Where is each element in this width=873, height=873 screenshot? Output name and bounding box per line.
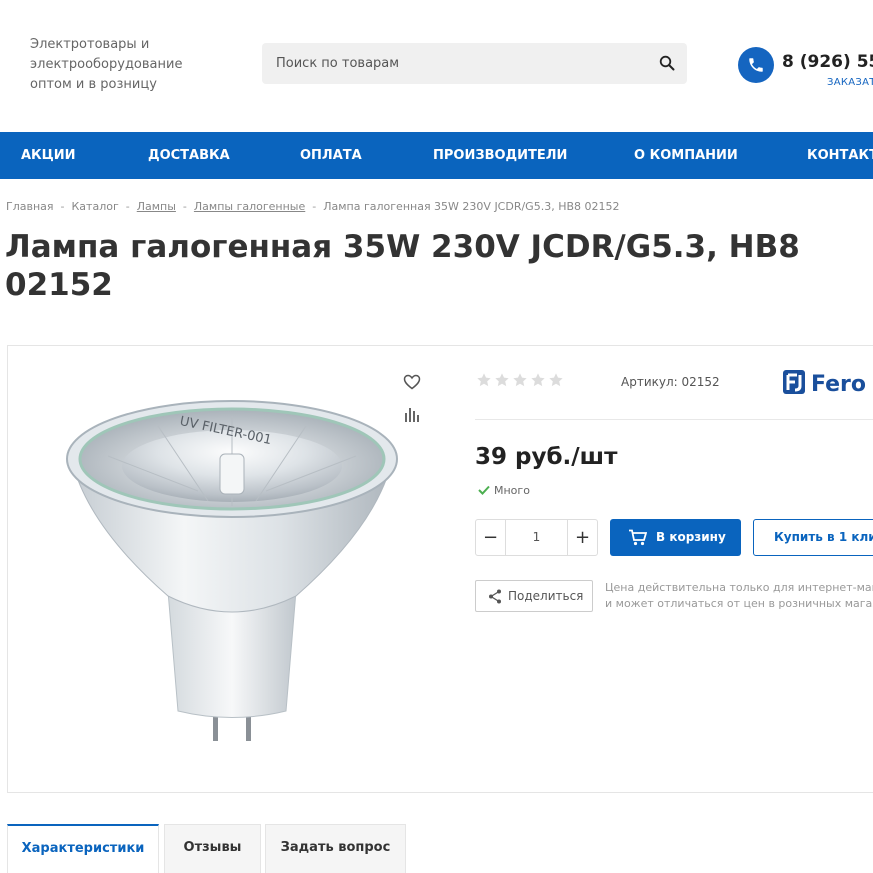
- nav-item-promotions[interactable]: АКЦИИ: [21, 132, 76, 179]
- phone-button[interactable]: [738, 47, 774, 83]
- callback-link[interactable]: ЗАКАЗАТЬ: [827, 77, 873, 88]
- tab-characteristics[interactable]: Характеристики: [7, 824, 159, 873]
- product-card: UV FILTER-001 Артикул: 02152 Fero 39 руб…: [7, 345, 873, 793]
- breadcrumb-halogen-lamps[interactable]: Лампы галогенные: [194, 200, 305, 213]
- stock-status: Много: [478, 484, 530, 497]
- product-image[interactable]: UV FILTER-001: [28, 366, 448, 776]
- nav-item-manufacturers[interactable]: ПРОИЗВОДИТЕЛИ: [433, 132, 567, 179]
- price-disclaimer: Цена действительна только для интернет-м…: [605, 580, 873, 612]
- check-icon: [478, 485, 490, 495]
- share-label: Поделиться: [508, 589, 584, 603]
- stock-label: Много: [494, 484, 530, 497]
- tagline-line-2: электрооборудование: [30, 57, 183, 72]
- site-header: Электротовары и электрооборудование опто…: [0, 0, 873, 132]
- breadcrumb-lamps[interactable]: Лампы: [137, 200, 176, 213]
- site-tagline: Электротовары и электрооборудование опто…: [30, 35, 200, 95]
- favorite-icon[interactable]: [403, 374, 421, 390]
- rating-stars[interactable]: [476, 372, 566, 392]
- star-icon: [549, 373, 563, 387]
- breadcrumb-separator: -: [125, 200, 130, 213]
- search-icon[interactable]: [659, 55, 675, 71]
- compare-icon[interactable]: [404, 406, 420, 422]
- brand-logo[interactable]: Fero: [783, 366, 873, 398]
- breadcrumb-separator: -: [60, 200, 65, 213]
- product-price: 39 руб./шт: [475, 444, 618, 470]
- search-input[interactable]: [262, 43, 642, 84]
- price-disclaimer-line-2: и может отличаться от цен в розничных ма…: [605, 597, 873, 610]
- phone-icon: [749, 58, 763, 72]
- main-nav: АКЦИИ ДОСТАВКА ОПЛАТА ПРОИЗВОДИТЕЛИ О КО…: [0, 132, 873, 179]
- breadcrumb-separator: -: [182, 200, 187, 213]
- phone-number[interactable]: 8 (926) 551: [782, 52, 873, 72]
- breadcrumb-home[interactable]: Главная: [6, 200, 54, 213]
- breadcrumb-catalog[interactable]: Каталог: [72, 200, 119, 213]
- buy-one-click-button[interactable]: Купить в 1 клик: [753, 519, 873, 556]
- quantity-decrease-button[interactable]: −: [476, 520, 506, 555]
- search-box: [262, 43, 687, 84]
- nav-item-payment[interactable]: ОПЛАТА: [300, 132, 362, 179]
- divider: [475, 419, 873, 420]
- add-to-cart-button[interactable]: В корзину: [610, 519, 741, 556]
- breadcrumb-separator: -: [312, 200, 317, 213]
- breadcrumb: Главная - Каталог - Лампы - Лампы галогенные - Л…: [6, 200, 620, 213]
- price-disclaimer-line-1: Цена действительна только для интернет-м…: [605, 581, 873, 594]
- nav-item-contacts[interactable]: КОНТАКТЫ: [807, 132, 873, 179]
- tagline-line-3: оптом и в розницу: [30, 77, 157, 92]
- tab-reviews[interactable]: Отзывы: [164, 824, 261, 873]
- nav-item-delivery[interactable]: ДОСТАВКА: [148, 132, 230, 179]
- brand-logo-text: Fero: [811, 372, 866, 397]
- star-icon: [495, 373, 509, 387]
- star-icon: [477, 373, 491, 387]
- breadcrumb-current: Лампа галогенная 35W 230V JCDR/G5.3, HB8…: [323, 200, 620, 213]
- cart-icon: [629, 529, 647, 546]
- quantity-stepper: − 1 +: [475, 519, 598, 556]
- nav-item-about[interactable]: О КОМПАНИИ: [634, 132, 738, 179]
- share-button[interactable]: Поделиться: [475, 580, 593, 612]
- tab-ask-question[interactable]: Задать вопрос: [265, 824, 406, 873]
- star-icon: [513, 373, 527, 387]
- quantity-input[interactable]: 1: [507, 520, 566, 555]
- product-tabs: Характеристики Отзывы Задать вопрос: [7, 824, 873, 873]
- article-number: Артикул: 02152: [621, 375, 720, 389]
- share-icon: [489, 589, 501, 604]
- tagline-line-1: Электротовары и: [30, 37, 150, 52]
- star-icon: [531, 373, 545, 387]
- quantity-increase-button[interactable]: +: [567, 520, 597, 555]
- add-to-cart-label: В корзину: [656, 530, 726, 544]
- page-title: Лампа галогенная 35W 230V JCDR/G5.3, HB8…: [5, 229, 800, 303]
